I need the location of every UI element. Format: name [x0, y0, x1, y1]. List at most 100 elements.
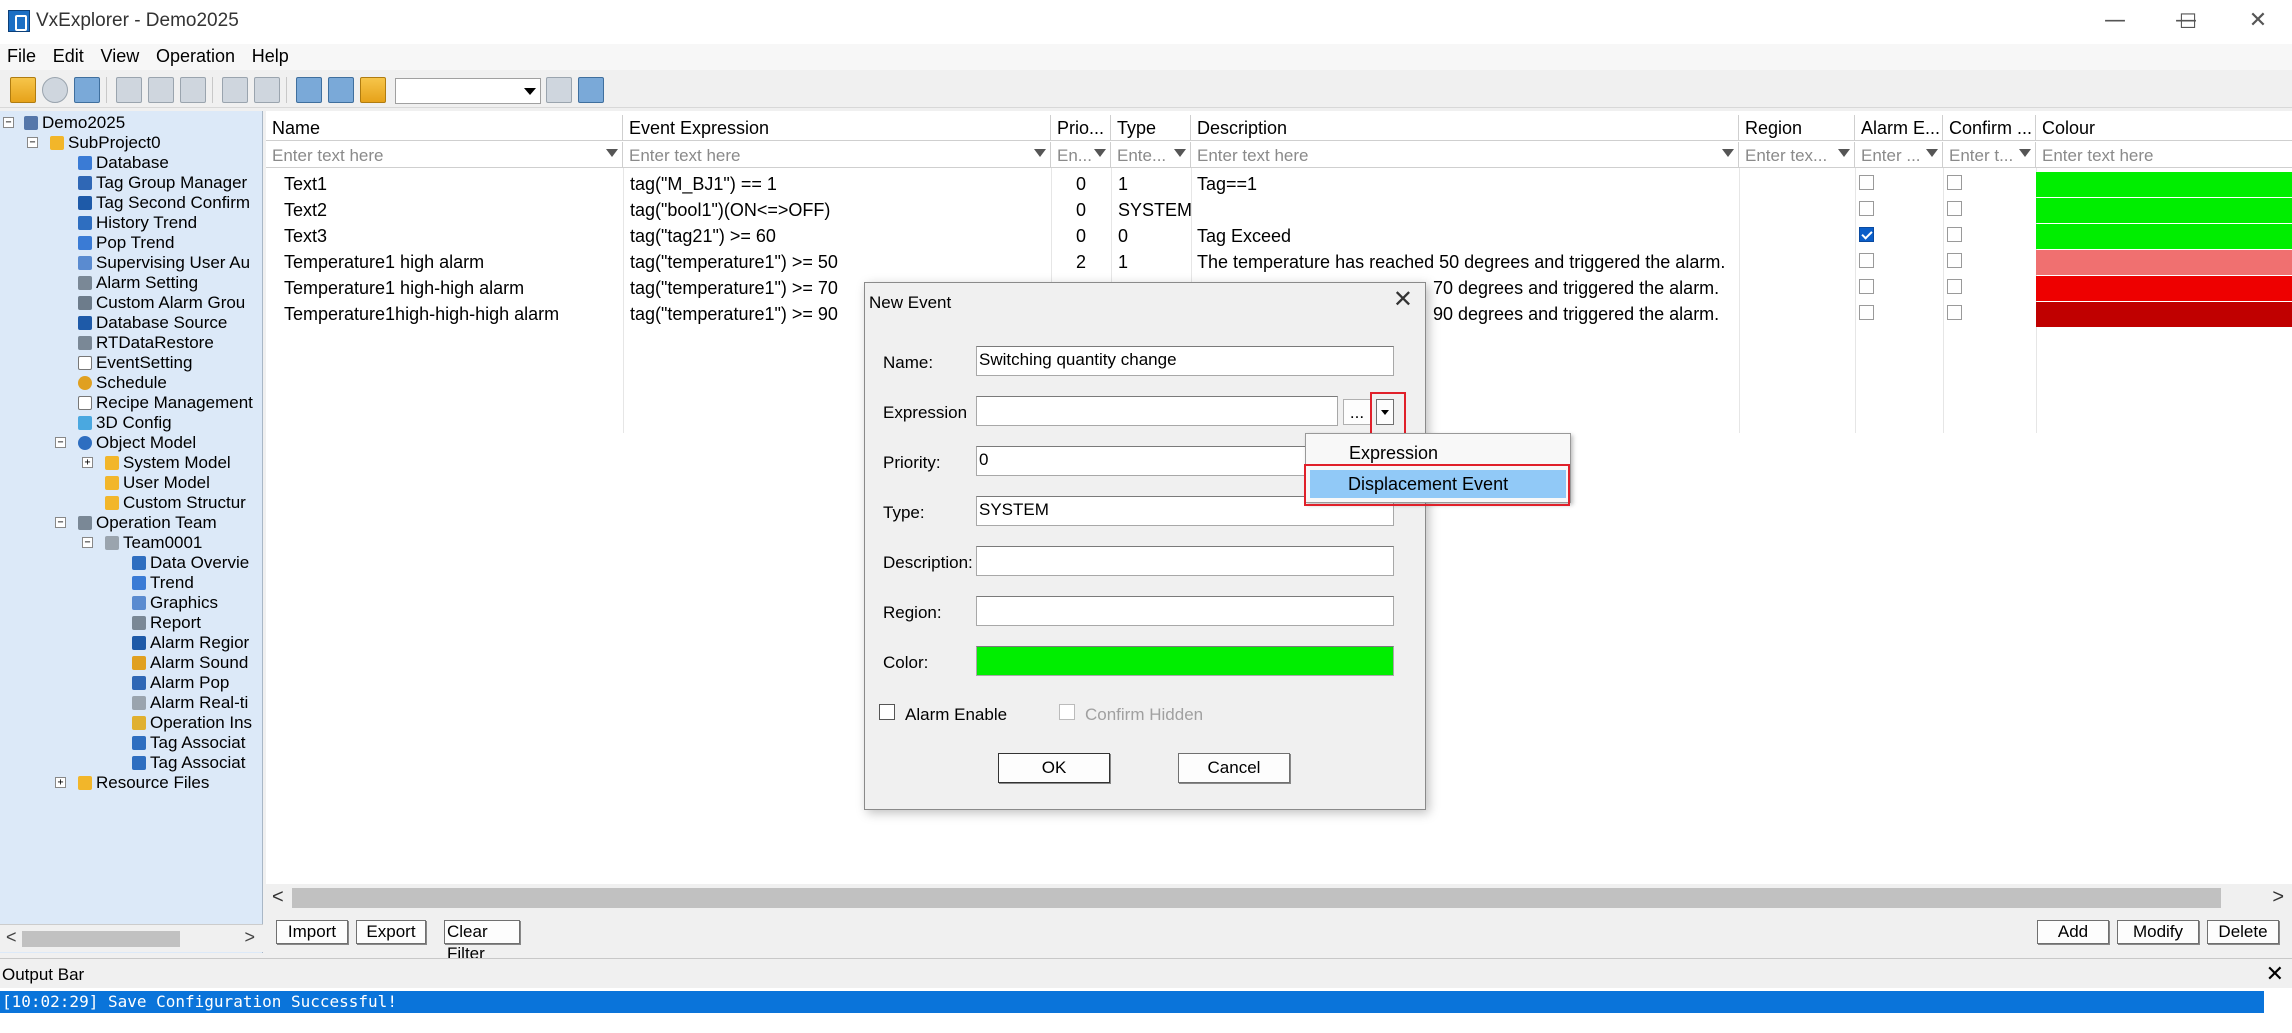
tree-item[interactable]: Pop Trend	[78, 233, 174, 253]
filter-icon[interactable]	[2019, 149, 2031, 157]
column-header[interactable]: Name	[266, 115, 623, 141]
alarm-enable-checkbox[interactable]	[879, 704, 895, 720]
table-row[interactable]: Text3 tag("tag21") >= 60 0 0 Tag Exceed	[266, 223, 2292, 249]
tree-item[interactable]: System Model	[105, 453, 231, 473]
colour-swatch[interactable]	[2036, 172, 2292, 197]
project-icon[interactable]	[360, 77, 386, 103]
column-header[interactable]: Alarm E...	[1855, 115, 1943, 141]
scroll-left-icon[interactable]: <	[272, 886, 284, 909]
expand-icon[interactable]: +	[82, 457, 93, 468]
scroll-thumb[interactable]	[292, 888, 2221, 908]
menu-view[interactable]: View	[96, 44, 145, 69]
collapse-icon[interactable]: −	[55, 517, 66, 528]
filter-cell[interactable]: En...	[1051, 142, 1111, 168]
maximize-button[interactable]: ☐	[2166, 6, 2210, 36]
close-icon[interactable]: ✕	[2266, 961, 2284, 987]
column-header[interactable]: Confirm ...	[1943, 115, 2036, 141]
name-field[interactable]: Switching quantity change	[976, 346, 1394, 376]
tree-item[interactable]: Tag Associat	[132, 753, 245, 773]
tree-item[interactable]: Alarm Real-ti	[132, 693, 248, 713]
output-message[interactable]: [10:02:29] Save Configuration Successful…	[0, 991, 2264, 1013]
collapse-icon[interactable]: −	[55, 437, 66, 448]
table-row[interactable]: Temperature1 high alarm tag("temperature1…	[266, 249, 2292, 275]
alarm-enable-checkbox[interactable]	[1859, 279, 1874, 294]
minimize-button-main[interactable]: —	[2093, 6, 2137, 36]
filter-cell[interactable]: Enter ...	[1855, 142, 1943, 168]
colour-swatch[interactable]	[2036, 250, 2292, 275]
confirm-hidden-checkbox[interactable]	[1059, 704, 1075, 720]
tree-item[interactable]: Schedule	[78, 373, 167, 393]
copy-icon[interactable]	[148, 77, 174, 103]
delete-button[interactable]: Delete	[2207, 920, 2279, 944]
column-header[interactable]: Description	[1191, 115, 1739, 141]
tree-item[interactable]: Team0001	[105, 533, 202, 553]
tree-item[interactable]: Trend	[132, 573, 194, 593]
tree-item[interactable]: SubProject0	[50, 133, 161, 153]
delete-icon[interactable]	[254, 77, 280, 103]
tree-item[interactable]: Object Model	[78, 433, 196, 453]
collapse-icon[interactable]: −	[82, 537, 93, 548]
column-header[interactable]: Prio...	[1051, 115, 1111, 141]
expand-icon[interactable]: +	[55, 777, 66, 788]
filter-cell[interactable]: Enter text here	[2036, 142, 2292, 168]
confirm-checkbox[interactable]	[1947, 253, 1962, 268]
tree-item[interactable]: Alarm Pop	[132, 673, 229, 693]
table-row[interactable]: Text1 tag("M_BJ1") == 1 0 1 Tag==1	[266, 171, 2292, 197]
filter-cell[interactable]: Enter text here	[1191, 142, 1739, 168]
description-field[interactable]	[976, 546, 1394, 576]
tree-item[interactable]: Demo2025	[24, 113, 125, 133]
tree-item[interactable]: Tag Group Manager	[78, 173, 247, 193]
menu-file[interactable]: File	[2, 44, 41, 69]
scroll-right-icon[interactable]: >	[244, 927, 255, 948]
filter-icon[interactable]	[1094, 149, 1106, 157]
tree-item[interactable]: RTDataRestore	[78, 333, 214, 353]
alarm-enable-checkbox[interactable]	[1859, 175, 1874, 190]
alarm-enable-checkbox[interactable]	[1859, 253, 1874, 268]
tree-item[interactable]: Custom Alarm Grou	[78, 293, 245, 313]
filter-cell[interactable]: Enter t...	[1943, 142, 2036, 168]
ok-button[interactable]: OK	[998, 753, 1110, 783]
tree-item[interactable]: Resource Files	[78, 773, 209, 793]
tree-item[interactable]: EventSetting	[78, 353, 192, 373]
confirm-checkbox[interactable]	[1947, 175, 1962, 190]
tree-item[interactable]: Custom Structur	[105, 493, 246, 513]
screenshot-icon[interactable]	[578, 77, 604, 103]
tree-scrollbar[interactable]: < >	[0, 924, 263, 952]
tree-item[interactable]: Graphics	[132, 593, 218, 613]
export-button[interactable]: Export	[356, 920, 426, 944]
filter-cell[interactable]: Enter text here	[623, 142, 1051, 168]
color-picker[interactable]	[976, 646, 1394, 676]
column-header[interactable]: Event Expression	[623, 115, 1051, 141]
close-icon[interactable]: ✕	[1393, 285, 1413, 313]
column-header[interactable]: Type	[1111, 115, 1191, 141]
refresh-icon[interactable]	[42, 77, 68, 103]
colour-swatch[interactable]	[2036, 276, 2292, 301]
tree-item[interactable]: Alarm Sound	[132, 653, 248, 673]
menu-edit[interactable]: Edit	[48, 44, 89, 69]
cancel-button[interactable]: Cancel	[1178, 753, 1290, 783]
add-button[interactable]: Add	[2037, 920, 2109, 944]
toolbar-combo[interactable]	[395, 78, 541, 104]
open-folder-icon[interactable]	[10, 77, 36, 103]
tree-item[interactable]: Operation Ins	[132, 713, 252, 733]
alarm-enable-checkbox[interactable]	[1859, 201, 1874, 216]
expression-field[interactable]	[976, 396, 1338, 426]
menu-item-expression[interactable]: Expression	[1306, 439, 1570, 467]
confirm-checkbox[interactable]	[1947, 201, 1962, 216]
filter-icon[interactable]	[1722, 149, 1734, 157]
new-icon[interactable]	[222, 77, 248, 103]
grid-scrollbar[interactable]: < >	[266, 884, 2292, 912]
tree-item[interactable]: Tag Second Confirm	[78, 193, 250, 213]
scroll-left-icon[interactable]: <	[6, 927, 17, 948]
tree-item[interactable]: User Model	[105, 473, 210, 493]
region-field[interactable]	[976, 596, 1394, 626]
column-header[interactable]: Colour	[2036, 115, 2292, 141]
expression-browse-button[interactable]: ...	[1343, 399, 1371, 425]
tree-item[interactable]: History Trend	[78, 213, 197, 233]
menu-help[interactable]: Help	[247, 44, 294, 69]
tree-item[interactable]: Alarm Regior	[132, 633, 249, 653]
table-row[interactable]: Text2 tag("bool1")(ON<=>OFF) 0 SYSTEM	[266, 197, 2292, 223]
binoculars-icon[interactable]	[546, 77, 572, 103]
filter-icon[interactable]	[1838, 149, 1850, 157]
monitor-icon[interactable]	[328, 77, 354, 103]
